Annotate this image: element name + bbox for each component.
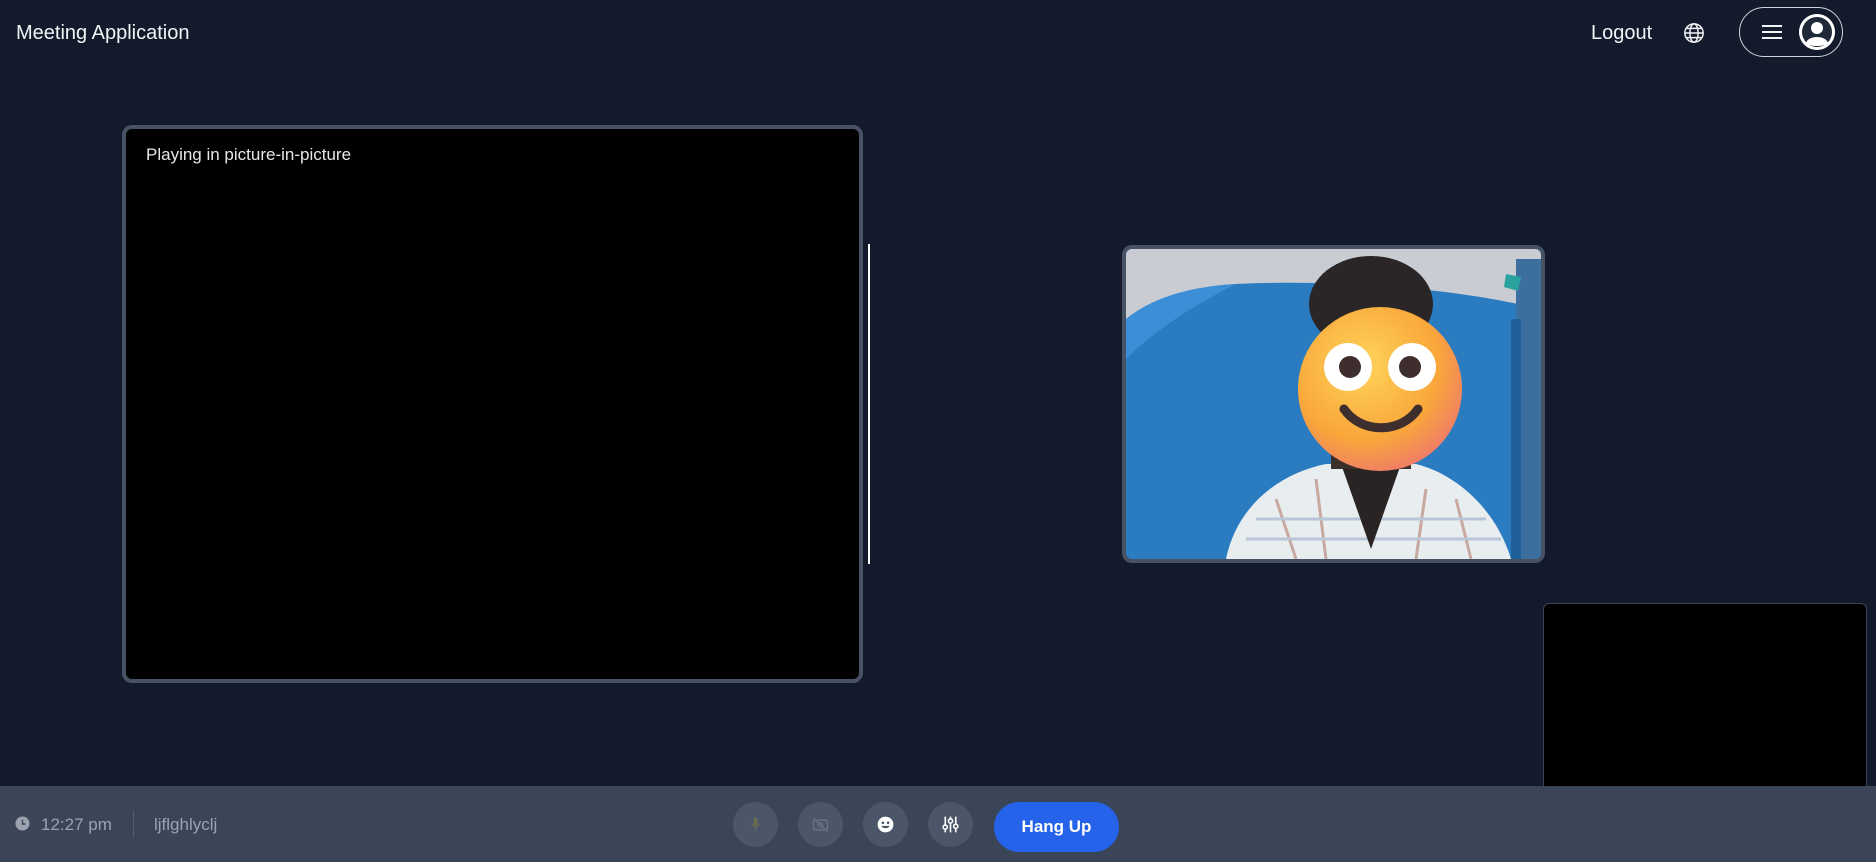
logout-button[interactable]: Logout <box>1591 22 1652 45</box>
settings-button[interactable] <box>928 802 973 847</box>
camera-off-icon <box>812 817 829 833</box>
camera-button[interactable] <box>798 802 843 847</box>
globe-icon[interactable] <box>1683 22 1705 44</box>
participant-webcam-image <box>1126 249 1541 559</box>
microphone-button[interactable] <box>733 802 778 847</box>
user-menu-button[interactable] <box>1739 7 1843 57</box>
emoji-icon <box>877 816 894 833</box>
user-avatar-icon <box>1799 14 1835 50</box>
clock-icon <box>15 816 30 831</box>
reactions-button[interactable] <box>863 802 908 847</box>
meeting-app: Meeting Application Logout Playing in pi… <box>0 0 1876 862</box>
meeting-time: 12:27 pm <box>41 815 112 834</box>
bottom-control-bar: 12:27 pm ljflghlyclj Hang Up <box>0 786 1876 862</box>
resize-divider[interactable] <box>868 244 870 564</box>
top-bar: Meeting Application Logout <box>0 0 1876 68</box>
hang-up-button[interactable]: Hang Up <box>994 802 1119 852</box>
pip-status-text: Playing in picture-in-picture <box>146 145 352 164</box>
divider <box>133 810 134 838</box>
remote-participant-video[interactable] <box>1122 245 1545 563</box>
meeting-code: ljflghlyclj <box>154 815 218 834</box>
hamburger-menu-icon <box>1762 24 1782 40</box>
mic-icon <box>751 817 760 831</box>
sliders-icon <box>942 816 959 833</box>
main-video-tile[interactable]: Playing in picture-in-picture <box>122 125 863 683</box>
app-title: Meeting Application <box>16 22 190 44</box>
